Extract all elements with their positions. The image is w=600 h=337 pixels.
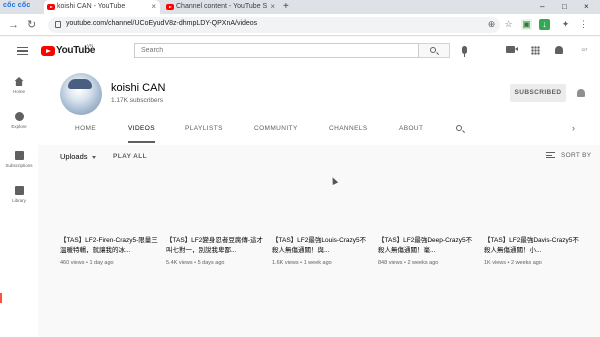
guide-item-explore[interactable]: Explore xyxy=(0,112,38,129)
video-meta: 460 views • 1 day ago xyxy=(60,260,114,266)
browser-logo: cốc cốc xyxy=(3,2,31,9)
tab-channel-content[interactable]: Channel content - YouTube S × xyxy=(163,0,279,14)
channel-avatar[interactable] xyxy=(60,73,102,115)
subscribed-button[interactable]: SUBSCRIBED xyxy=(510,84,566,102)
youtube-header: YouTube VN CIT xyxy=(0,37,600,65)
channel-name: koishi CAN xyxy=(111,82,166,94)
video-item[interactable]: 【TAS】LF2最強Davis-Crazy5不殺人無傷通關！小... 1K vi… xyxy=(484,236,582,266)
microphone-icon[interactable] xyxy=(462,46,467,57)
guide-item-home[interactable]: Home xyxy=(0,77,38,94)
mouse-cursor-icon xyxy=(329,176,339,185)
video-title[interactable]: 【TAS】LF2最強Deep-Crazy5不殺人無傷通關！毫... xyxy=(378,236,476,256)
url-text: youtube.com/channel/UCoEyudV8z-dhmpLDY-Q… xyxy=(66,20,258,27)
youtube-favicon-icon xyxy=(166,4,174,10)
uploads-dropdown[interactable]: Uploads xyxy=(60,152,96,161)
download-icon[interactable]: ↓ xyxy=(539,19,550,30)
search-icon xyxy=(430,47,436,53)
edge-marker xyxy=(0,293,2,303)
youtube-logo-icon[interactable] xyxy=(41,46,55,56)
home-icon xyxy=(14,77,24,86)
video-item[interactable]: 【TAS】LF2最強Louis-Crazy5不殺人無傷通關！與... 1.6K … xyxy=(272,236,370,266)
channel-header: koishi CAN 1.17K subscribers SUBSCRIBED … xyxy=(38,65,600,145)
tab-home[interactable]: HOME xyxy=(75,121,96,143)
video-meta: 1.6K views • 1 week ago xyxy=(272,260,332,266)
star-icon[interactable]: ☆ xyxy=(503,19,514,30)
search-input[interactable] xyxy=(134,43,419,58)
create-video-icon[interactable] xyxy=(506,46,518,53)
tab-about[interactable]: ABOUT xyxy=(399,121,423,143)
sort-by-button[interactable]: SORT BY xyxy=(546,152,591,159)
close-icon[interactable]: × xyxy=(151,0,156,14)
library-icon xyxy=(14,186,24,195)
video-item[interactable]: 【TAS】LF2-Firen-Crazy5-限量三溫暖特輯，就讓我的冰... 4… xyxy=(60,236,158,266)
guide-label: Subscriptions xyxy=(5,163,33,168)
menu-dots-icon[interactable]: ⋮ xyxy=(578,19,589,30)
caret-down-icon xyxy=(91,155,96,159)
guide-item-subscriptions[interactable]: Subscriptions xyxy=(0,151,38,168)
minimize-button[interactable]: – xyxy=(540,0,544,14)
video-title[interactable]: 【TAS】LF2-Firen-Crazy5-限量三溫暖特輯，就讓我的冰... xyxy=(60,236,158,256)
close-icon[interactable]: × xyxy=(270,0,275,14)
guide-label: Explore xyxy=(11,124,27,129)
channel-tabs: HOME VIDEOS PLAYLISTS COMMUNITY CHANNELS… xyxy=(38,121,600,143)
tab-title: koishi CAN - YouTube xyxy=(57,3,126,10)
hamburger-menu-icon[interactable] xyxy=(17,47,28,55)
guide-item-library[interactable]: Library xyxy=(0,186,38,203)
forward-arrow-icon[interactable]: → xyxy=(8,18,19,32)
left-guide: Home Explore Subscriptions Library xyxy=(0,65,38,337)
notification-bell-icon[interactable] xyxy=(577,89,585,97)
youtube-favicon-icon xyxy=(47,4,55,10)
add-icon[interactable]: ⊕ xyxy=(486,19,497,30)
video-title[interactable]: 【TAS】LF2最強Davis-Crazy5不殺人無傷通關！小... xyxy=(484,236,582,256)
sort-by-label: SORT BY xyxy=(561,152,592,159)
tab-channels[interactable]: CHANNELS xyxy=(329,121,368,143)
sort-icon xyxy=(546,152,555,159)
video-meta: 5.4K views • 5 days ago xyxy=(166,260,225,266)
account-avatar[interactable]: CIT xyxy=(578,45,591,56)
close-window-button[interactable]: × xyxy=(584,0,589,14)
video-meta: 1K views • 2 weeks ago xyxy=(484,260,542,266)
video-item[interactable]: 【TAS】LF2變身忍者豆腐傳-這才叫七對一，別說我卑鄙... 5.4K vie… xyxy=(166,236,264,266)
tab-koishi-can[interactable]: koishi CAN - YouTube × xyxy=(44,0,160,14)
subscriptions-icon xyxy=(14,151,24,160)
maximize-button[interactable]: □ xyxy=(562,0,567,14)
video-item[interactable]: 【TAS】LF2最強Deep-Crazy5不殺人無傷通關！毫... 848 vi… xyxy=(378,236,476,266)
puzzle-icon[interactable]: ✦ xyxy=(560,19,571,30)
channel-search-icon[interactable] xyxy=(456,125,462,131)
extension-icon[interactable]: ▣ xyxy=(521,19,532,30)
lock-icon xyxy=(55,21,61,28)
address-bar[interactable]: youtube.com/channel/UCoEyudV8z-dhmpLDY-Q… xyxy=(48,17,500,33)
search-button[interactable] xyxy=(419,43,450,58)
play-all-button[interactable]: PLAY ALL xyxy=(113,153,147,160)
tab-community[interactable]: COMMUNITY xyxy=(254,121,298,143)
tab-title: Channel content - YouTube S xyxy=(176,3,268,10)
video-title[interactable]: 【TAS】LF2最強Louis-Crazy5不殺人無傷通關！與... xyxy=(272,236,370,256)
new-tab-button[interactable]: + xyxy=(283,0,289,13)
uploads-label: Uploads xyxy=(60,152,88,161)
notifications-bell-icon[interactable] xyxy=(555,46,563,54)
tab-videos[interactable]: VIDEOS xyxy=(128,121,155,143)
apps-grid-icon[interactable] xyxy=(531,46,540,55)
guide-label: Library xyxy=(12,198,26,203)
reload-icon[interactable]: ↻ xyxy=(27,18,36,32)
browser-tab-strip: cốc cốc koishi CAN - YouTube × Channel c… xyxy=(0,0,600,14)
video-meta: 848 views • 2 weeks ago xyxy=(378,260,439,266)
region-label: VN xyxy=(87,43,94,48)
subscriber-count: 1.17K subscribers xyxy=(111,97,164,104)
guide-label: Home xyxy=(12,89,25,94)
compass-icon xyxy=(14,112,24,121)
browser-toolbar: → ↻ youtube.com/channel/UCoEyudV8z-dhmpL… xyxy=(0,14,600,36)
tab-playlists[interactable]: PLAYLISTS xyxy=(185,121,223,143)
chevron-right-icon[interactable]: › xyxy=(572,121,575,136)
video-title[interactable]: 【TAS】LF2變身忍者豆腐傳-這才叫七對一，別說我卑鄙... xyxy=(166,236,264,256)
